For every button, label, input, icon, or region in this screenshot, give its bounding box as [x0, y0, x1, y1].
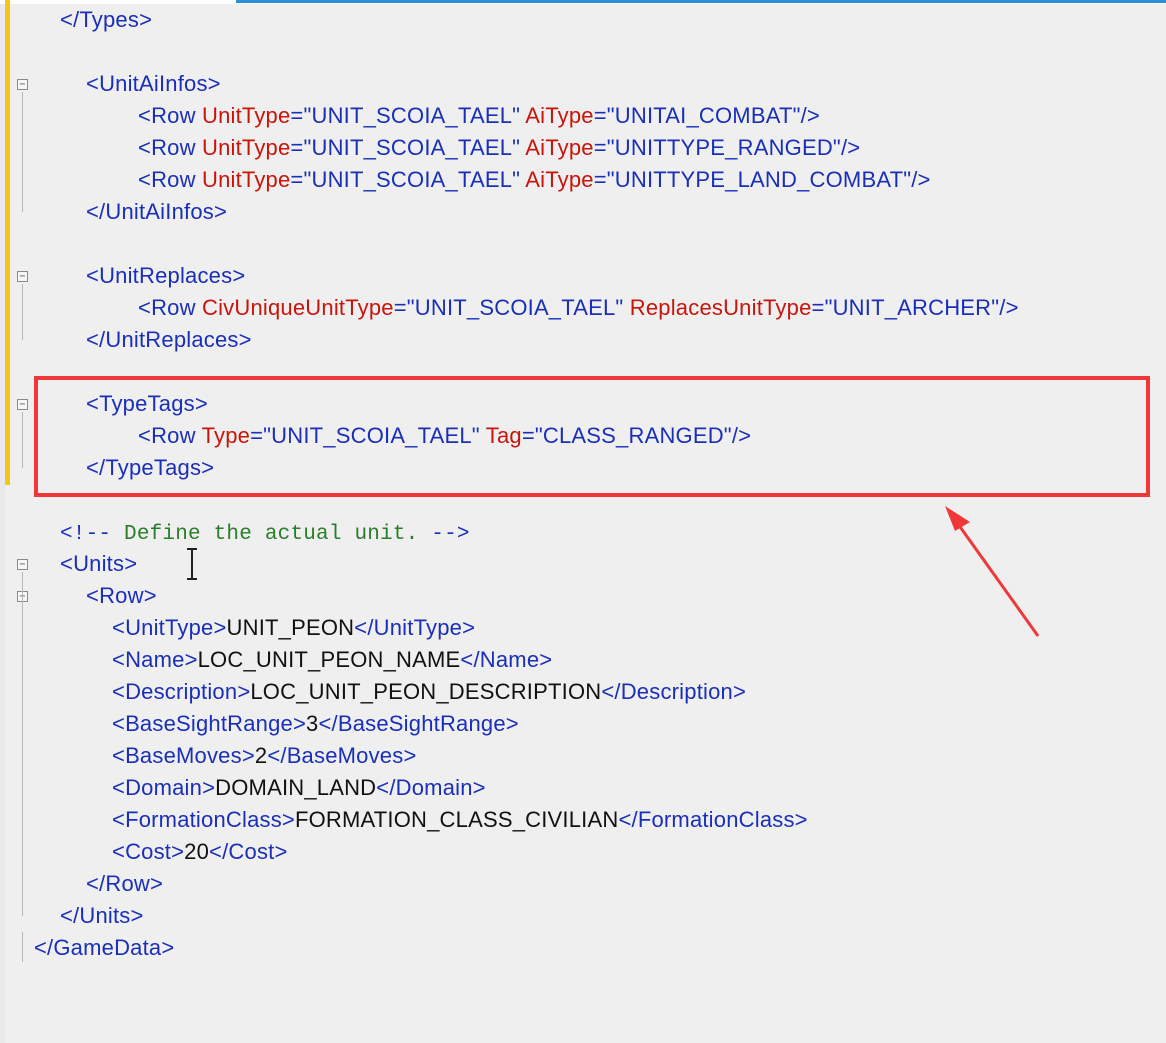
outline-guide [22, 412, 23, 468]
outline-guide [22, 284, 23, 340]
annotation-arrow [945, 506, 1040, 637]
outline-guide [22, 604, 23, 884]
text-cursor-icon [187, 548, 197, 580]
outline-guide [22, 932, 23, 962]
outline-guide [22, 92, 23, 212]
